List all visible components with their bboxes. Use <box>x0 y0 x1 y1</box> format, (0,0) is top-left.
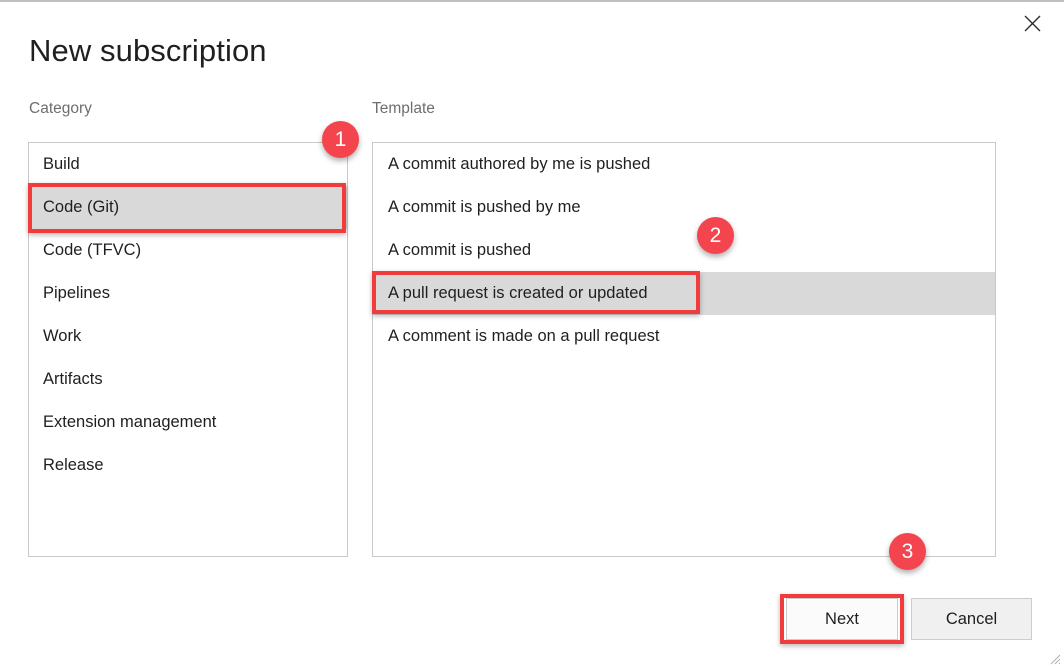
template-list-item-3[interactable]: A pull request is created or updated <box>373 272 995 315</box>
template-list-item-0[interactable]: A commit authored by me is pushed <box>373 143 995 186</box>
category-column-label: Category <box>29 100 92 117</box>
template-list-item-2[interactable]: A commit is pushed <box>373 229 995 272</box>
category-list-item-5[interactable]: Artifacts <box>29 358 347 401</box>
next-button[interactable]: Next <box>786 598 898 640</box>
category-list-item-label: Release <box>43 456 104 474</box>
category-list-item-1[interactable]: Code (Git) <box>29 186 347 229</box>
category-list-item-label: Extension management <box>43 413 217 431</box>
category-list-item-0[interactable]: Build <box>29 143 347 186</box>
cancel-button[interactable]: Cancel <box>911 598 1032 640</box>
annotation-badge-1: 1 <box>322 121 359 158</box>
template-listbox[interactable]: A commit authored by me is pushed A commi… <box>372 142 996 557</box>
page-title: New subscription <box>29 33 267 68</box>
category-list-item-label: Code (TFVC) <box>43 241 142 259</box>
template-list-item-label: A commit is pushed by me <box>388 198 581 216</box>
category-list-item-label: Pipelines <box>43 284 110 302</box>
category-list-item-4[interactable]: Work <box>29 315 347 358</box>
category-list-item-label: Build <box>43 155 80 173</box>
category-list-item-3[interactable]: Pipelines <box>29 272 347 315</box>
category-list-item-6[interactable]: Extension management <box>29 401 347 444</box>
close-icon <box>1024 15 1041 32</box>
close-button[interactable] <box>1014 6 1050 40</box>
template-list-item-1[interactable]: A commit is pushed by me <box>373 186 995 229</box>
template-list-item-4[interactable]: A comment is made on a pull request <box>373 315 995 358</box>
template-column-label: Template <box>372 100 435 117</box>
template-list-item-label: A commit is pushed <box>388 241 532 259</box>
annotation-badge-3: 3 <box>889 533 926 570</box>
window-top-divider <box>0 0 1064 2</box>
resize-grip[interactable] <box>1048 652 1061 665</box>
template-list-item-label: A comment is made on a pull request <box>388 327 660 345</box>
category-list-item-label: Work <box>43 327 82 345</box>
template-list-item-label: A pull request is created or updated <box>388 284 648 302</box>
category-list-item-2[interactable]: Code (TFVC) <box>29 229 347 272</box>
annotation-badge-2: 2 <box>697 217 734 254</box>
category-listbox[interactable]: Build Code (Git) Code (TFVC) Pipelines Work A… <box>28 142 348 557</box>
category-list-item-7[interactable]: Release <box>29 444 347 487</box>
category-list-item-label: Code (Git) <box>43 198 120 216</box>
template-list-item-label: A commit authored by me is pushed <box>388 155 651 173</box>
category-list-item-label: Artifacts <box>43 370 103 388</box>
